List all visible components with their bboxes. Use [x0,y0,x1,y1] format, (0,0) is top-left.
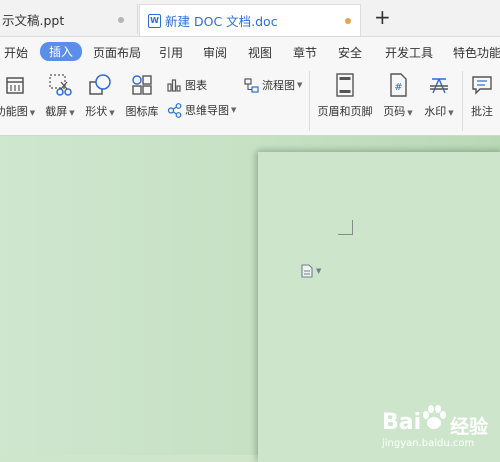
svg-text:#: # [394,82,402,93]
icon-library-icon [130,73,154,97]
menu-references[interactable]: 引用 [159,44,183,61]
unsaved-dot-icon[interactable] [345,18,351,24]
menu-home[interactable]: 开始 [4,44,28,61]
menu-developer-tools[interactable]: 开发工具 [385,44,433,61]
shapes-label: 形状 [85,105,108,118]
comment-label: 批注 [471,105,493,118]
tab-close-dot[interactable] [118,17,124,23]
flowchart-button[interactable]: 流程图 ▼ [243,77,302,93]
header-footer-button[interactable]: 页眉和页脚 [316,73,374,119]
ribbon-separator [309,71,310,131]
icon-library-button[interactable]: 图标库 [124,73,160,119]
watermark-label: 水印 [424,105,447,118]
function-chart-button[interactable]: 功能图 ▼ [0,73,38,119]
scissors-icon [48,73,72,97]
tab-ppt[interactable]: 示文稿.ppt [0,4,138,34]
bar-chart-icon [166,77,182,93]
flowchart-label: 流程图 [262,79,295,92]
paw-logo-icon [423,405,446,429]
shapes-icon [88,73,112,97]
ribbon-separator [462,71,463,131]
comment-icon [470,73,494,97]
header-footer-icon [333,73,357,97]
baidu-jingyan-watermark: Bai 经验 jingyan.baidu.com [380,396,500,455]
tab-doc[interactable]: W 新建 DOC 文档.doc [139,4,361,36]
tab-bar: 示文稿.ppt W 新建 DOC 文档.doc + [0,0,500,37]
watermark-brand-cn: 经验 [450,416,489,438]
menu-view[interactable]: 视图 [248,44,272,61]
shapes-button[interactable]: 形状 ▼ [83,73,117,119]
menu-chapter[interactable]: 章节 [293,44,317,61]
paste-document-icon [301,264,313,278]
page-number-button[interactable]: # 页码 ▼ [380,73,416,119]
chart-button[interactable]: 图表 [166,77,207,93]
mind-map-label: 思维导图 [185,104,229,117]
menu-special-features[interactable]: 特色功能 [453,44,500,61]
writer-doc-icon: W [148,13,161,28]
chart-label: 图表 [185,79,207,92]
tab-doc-label: 新建 DOC 文档.doc [165,14,278,29]
menu-insert[interactable]: 插入 [40,42,83,61]
comment-button[interactable]: 批注 [468,73,496,119]
function-chart-label: 功能图 [0,105,28,118]
page-number-label: 页码 [383,105,406,118]
watermark-icon [427,73,451,97]
flowchart-icon [243,77,259,93]
page-number-icon: # [386,73,410,97]
screenshot-button[interactable]: 截屏 ▼ [43,73,77,119]
header-footer-label: 页眉和页脚 [317,105,373,118]
watermark-brand-latin: Bai [382,410,422,435]
menu-page-layout[interactable]: 页面布局 [93,44,141,61]
function-chart-icon [3,73,27,97]
chevron-down-icon: ▼ [316,267,322,275]
screenshot-label: 截屏 [45,105,68,118]
mind-map-icon [166,102,182,118]
watermark-button[interactable]: 水印 ▼ [421,73,457,119]
menu-review[interactable]: 审阅 [203,44,227,61]
menu-bar: 开始 插入 页面布局 引用 审阅 视图 章节 安全 开发工具 特色功能 [0,37,500,67]
paste-options-button[interactable]: ▼ [301,264,321,278]
new-tab-button[interactable]: + [374,5,391,29]
watermark-url: jingyan.baidu.com [382,438,475,449]
icon-library-label: 图标库 [125,105,159,118]
mind-map-button[interactable]: 思维导图 ▼ [166,102,236,118]
menu-security[interactable]: 安全 [338,44,362,61]
tab-ppt-label: 示文稿.ppt [2,12,65,28]
margin-corner-mark [338,220,353,235]
ribbon-insert: 功能图 ▼ 截屏 ▼ 形状 ▼ 图标库 图表 思维导图 ▼ 流程图 ▼ 页眉和页… [0,67,500,136]
